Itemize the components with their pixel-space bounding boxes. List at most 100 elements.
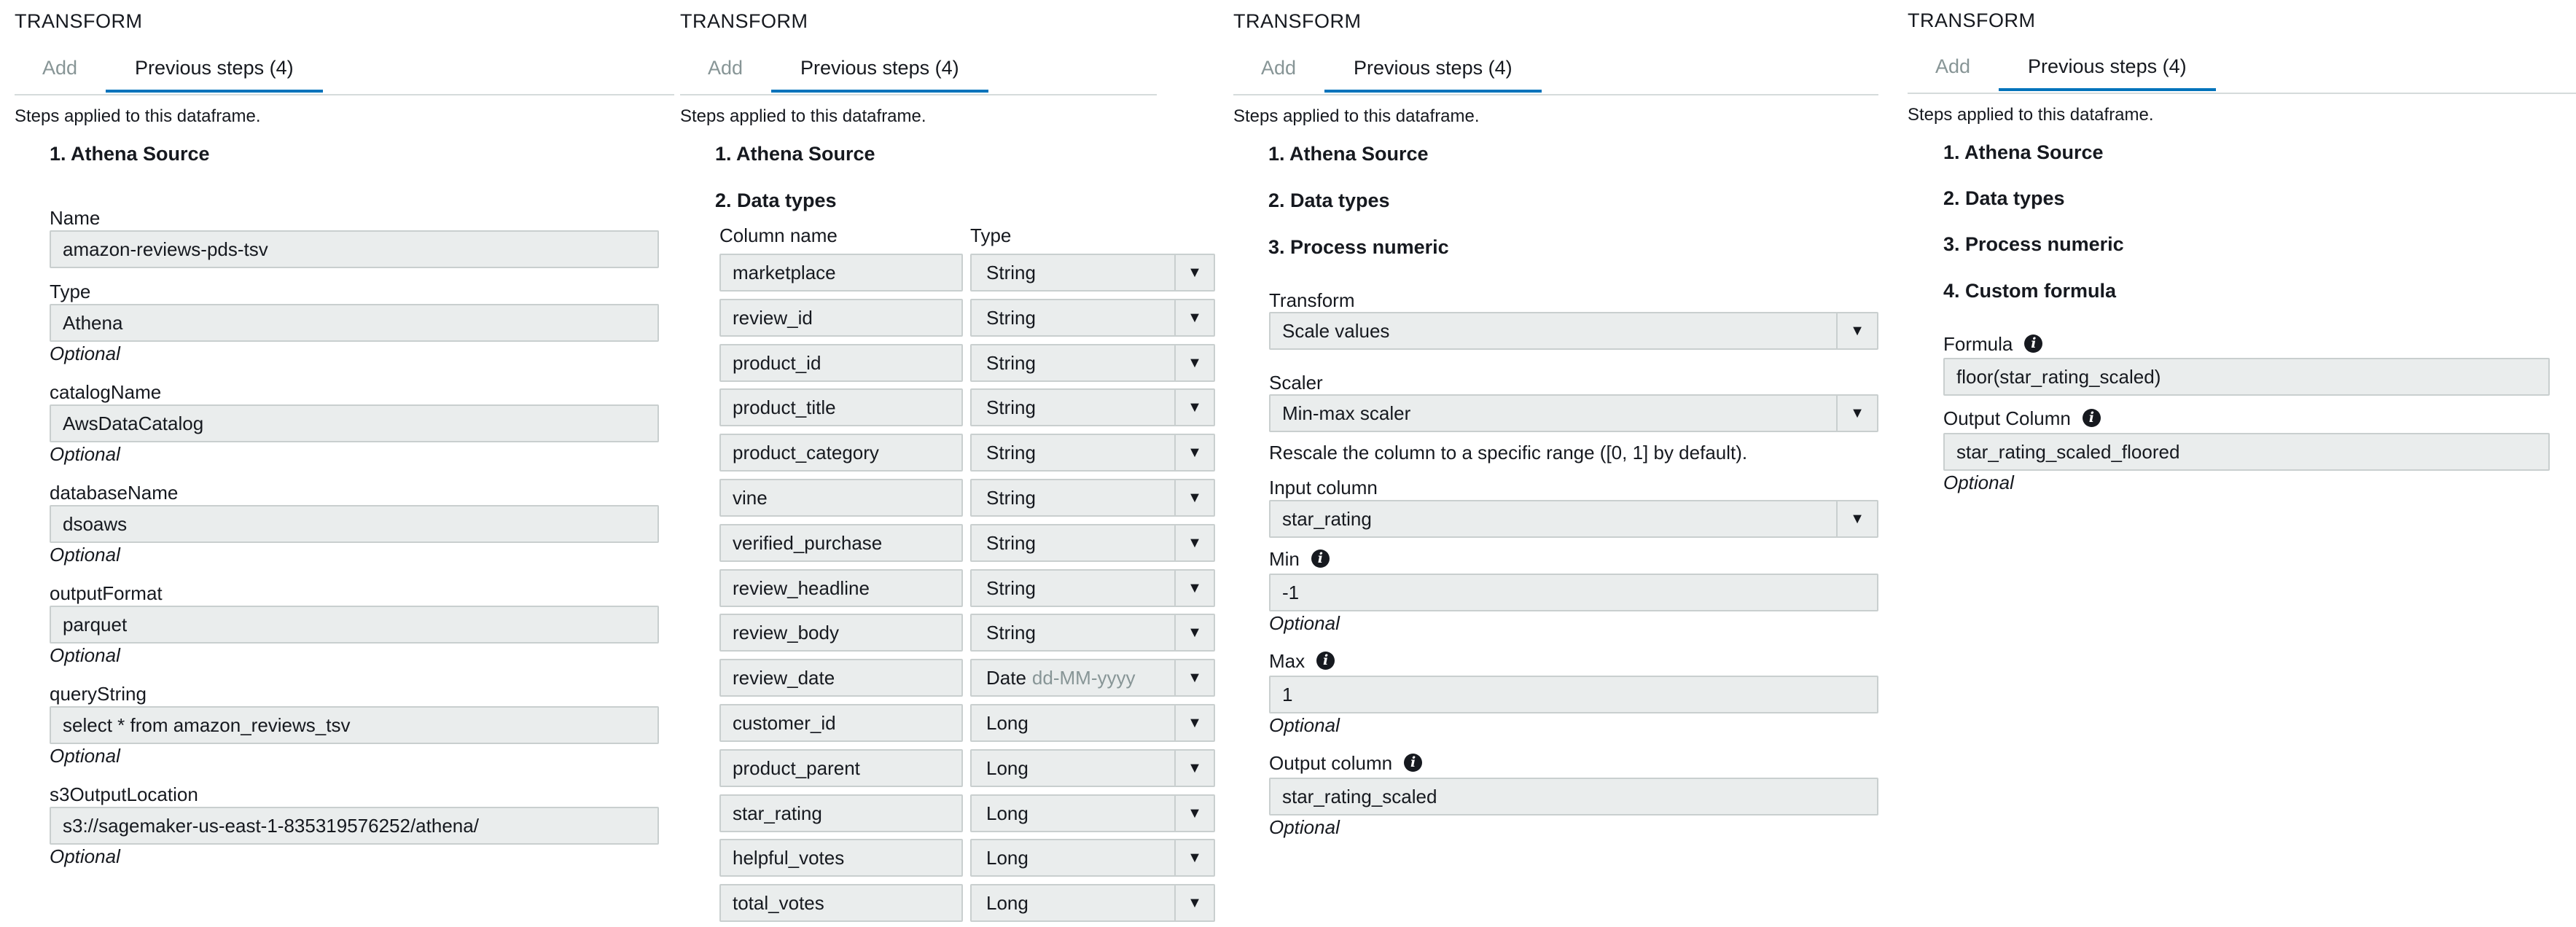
column-type-select[interactable]: String ▼ bbox=[970, 524, 1215, 562]
output-column-field[interactable]: star_rating_scaled bbox=[1269, 778, 1878, 815]
tab-add[interactable]: Add bbox=[1261, 52, 1296, 93]
database-name-label: databaseName bbox=[50, 482, 179, 504]
scaler-select-value: Min-max scaler bbox=[1282, 402, 1411, 424]
output-format-field[interactable]: parquet bbox=[50, 606, 659, 644]
chevron-down-icon[interactable]: ▼ bbox=[1174, 435, 1214, 470]
chevron-down-icon[interactable]: ▼ bbox=[1174, 480, 1214, 515]
chevron-down-icon[interactable]: ▼ bbox=[1174, 390, 1214, 425]
step-data-types[interactable]: 2. Data types bbox=[1943, 187, 2065, 210]
transform-panel-custom-formula: TRANSFORM Add Previous steps (4) Steps a… bbox=[1893, 0, 2576, 927]
scaler-label: Scaler bbox=[1269, 372, 1323, 394]
column-type-select[interactable]: String ▼ bbox=[970, 569, 1215, 607]
column-name-cell: vine bbox=[719, 479, 963, 517]
panel-header: TRANSFORM bbox=[680, 10, 808, 32]
max-label-text: Max bbox=[1269, 650, 1305, 672]
info-icon[interactable]: i bbox=[2024, 334, 2043, 353]
chevron-down-icon[interactable]: ▼ bbox=[1174, 751, 1214, 786]
chevron-down-icon[interactable]: ▼ bbox=[1174, 615, 1214, 650]
tab-previous-steps[interactable]: Previous steps (4) bbox=[106, 52, 323, 93]
chevron-down-icon[interactable]: ▼ bbox=[1174, 255, 1214, 290]
step-athena-source[interactable]: 1. Athena Source bbox=[1268, 143, 1429, 165]
tab-previous-steps[interactable]: Previous steps (4) bbox=[1999, 51, 2216, 91]
info-icon[interactable]: i bbox=[1404, 753, 1423, 772]
formula-field[interactable]: floor(star_rating_scaled) bbox=[1943, 358, 2550, 396]
output-column-label: Output column i bbox=[1269, 752, 1423, 775]
column-type-value: String bbox=[986, 262, 1036, 283]
column-type-value: Long bbox=[986, 757, 1029, 779]
tab-bar: Add Previous steps (4) bbox=[1233, 52, 1878, 95]
column-type-select[interactable]: Date dd-MM-yyyy ▼ bbox=[970, 659, 1215, 697]
tab-previous-steps[interactable]: Previous steps (4) bbox=[1324, 52, 1542, 93]
step-data-types[interactable]: 2. Data types bbox=[1268, 189, 1390, 212]
column-type-select[interactable]: String ▼ bbox=[970, 254, 1215, 292]
step-athena-source[interactable]: 1. Athena Source bbox=[1943, 141, 2104, 164]
step-process-numeric[interactable]: 3. Process numeric bbox=[1943, 233, 2124, 256]
step-athena-source[interactable]: 1. Athena Source bbox=[715, 143, 875, 165]
min-field[interactable]: -1 bbox=[1269, 574, 1878, 611]
tab-bar: Add Previous steps (4) bbox=[1908, 51, 2576, 94]
tab-bar: Add Previous steps (4) bbox=[15, 52, 674, 95]
s3-output-location-field[interactable]: s3://sagemaker-us-east-1-835319576252/at… bbox=[50, 807, 659, 845]
scaler-select[interactable]: Min-max scaler ▼ bbox=[1269, 394, 1878, 432]
catalog-name-field[interactable]: AwsDataCatalog bbox=[50, 404, 659, 442]
type-field[interactable]: Athena bbox=[50, 304, 659, 342]
chevron-down-icon[interactable]: ▼ bbox=[1174, 345, 1214, 380]
info-icon[interactable]: i bbox=[1311, 549, 1330, 568]
chevron-down-icon[interactable]: ▼ bbox=[1174, 705, 1214, 740]
output-column-optional: Optional bbox=[1943, 472, 2014, 493]
column-type-select[interactable]: Long ▼ bbox=[970, 794, 1215, 832]
transform-panel-data-types: TRANSFORM Add Previous steps (4) Steps a… bbox=[666, 0, 1219, 927]
step-athena-source[interactable]: 1. Athena Source bbox=[50, 143, 210, 165]
tab-add[interactable]: Add bbox=[708, 52, 743, 93]
chevron-down-icon[interactable]: ▼ bbox=[1174, 525, 1214, 560]
tab-add[interactable]: Add bbox=[42, 52, 77, 93]
max-field[interactable]: 1 bbox=[1269, 676, 1878, 713]
column-type-select[interactable]: String ▼ bbox=[970, 479, 1215, 517]
column-type-select[interactable]: Long ▼ bbox=[970, 749, 1215, 787]
database-name-field[interactable]: dsoaws bbox=[50, 505, 659, 543]
column-type-select[interactable]: String ▼ bbox=[970, 299, 1215, 337]
step-process-numeric[interactable]: 3. Process numeric bbox=[1268, 236, 1449, 259]
column-type-select[interactable]: Long ▼ bbox=[970, 884, 1215, 922]
column-type-value: String bbox=[986, 442, 1036, 464]
column-type-select[interactable]: String ▼ bbox=[970, 614, 1215, 652]
chevron-down-icon[interactable]: ▼ bbox=[1174, 796, 1214, 831]
panel-header: TRANSFORM bbox=[1233, 10, 1362, 32]
column-type-value: String bbox=[986, 396, 1036, 418]
chevron-down-icon[interactable]: ▼ bbox=[1174, 840, 1214, 875]
chevron-down-icon[interactable]: ▼ bbox=[1174, 660, 1214, 695]
input-column-select[interactable]: star_rating ▼ bbox=[1269, 500, 1878, 538]
column-name-cell: product_id bbox=[719, 344, 963, 382]
column-type-value: String bbox=[986, 622, 1036, 644]
column-type-select[interactable]: Long ▼ bbox=[970, 839, 1215, 877]
column-type-value: String bbox=[986, 307, 1036, 329]
transform-select[interactable]: Scale values ▼ bbox=[1269, 312, 1878, 350]
output-column-optional: Optional bbox=[1269, 816, 1340, 838]
tab-previous-steps[interactable]: Previous steps (4) bbox=[771, 52, 988, 93]
output-format-optional: Optional bbox=[50, 644, 120, 666]
chevron-down-icon[interactable]: ▼ bbox=[1836, 396, 1877, 431]
column-name-cell: marketplace bbox=[719, 254, 963, 292]
catalog-name-label: catalogName bbox=[50, 381, 162, 403]
query-string-optional: Optional bbox=[50, 745, 120, 767]
output-column-field[interactable]: star_rating_scaled_floored bbox=[1943, 433, 2550, 471]
column-name-cell: product_category bbox=[719, 434, 963, 472]
chevron-down-icon[interactable]: ▼ bbox=[1174, 571, 1214, 606]
catalog-name-optional: Optional bbox=[50, 443, 120, 465]
tab-add[interactable]: Add bbox=[1935, 51, 1970, 91]
chevron-down-icon[interactable]: ▼ bbox=[1174, 885, 1214, 920]
column-type-select[interactable]: Long ▼ bbox=[970, 704, 1215, 742]
column-type-select[interactable]: String ▼ bbox=[970, 434, 1215, 472]
column-type-select[interactable]: String ▼ bbox=[970, 388, 1215, 426]
column-type-select[interactable]: String ▼ bbox=[970, 344, 1215, 382]
query-string-field[interactable]: select * from amazon_reviews_tsv bbox=[50, 706, 659, 744]
panel-header: TRANSFORM bbox=[15, 10, 143, 32]
chevron-down-icon[interactable]: ▼ bbox=[1836, 501, 1877, 536]
name-field[interactable]: amazon-reviews-pds-tsv bbox=[50, 230, 659, 268]
step-data-types[interactable]: 2. Data types bbox=[715, 189, 837, 212]
chevron-down-icon[interactable]: ▼ bbox=[1174, 300, 1214, 335]
step-custom-formula[interactable]: 4. Custom formula bbox=[1943, 280, 2116, 302]
chevron-down-icon[interactable]: ▼ bbox=[1836, 313, 1877, 348]
info-icon[interactable]: i bbox=[2082, 408, 2101, 427]
info-icon[interactable]: i bbox=[1316, 651, 1335, 670]
